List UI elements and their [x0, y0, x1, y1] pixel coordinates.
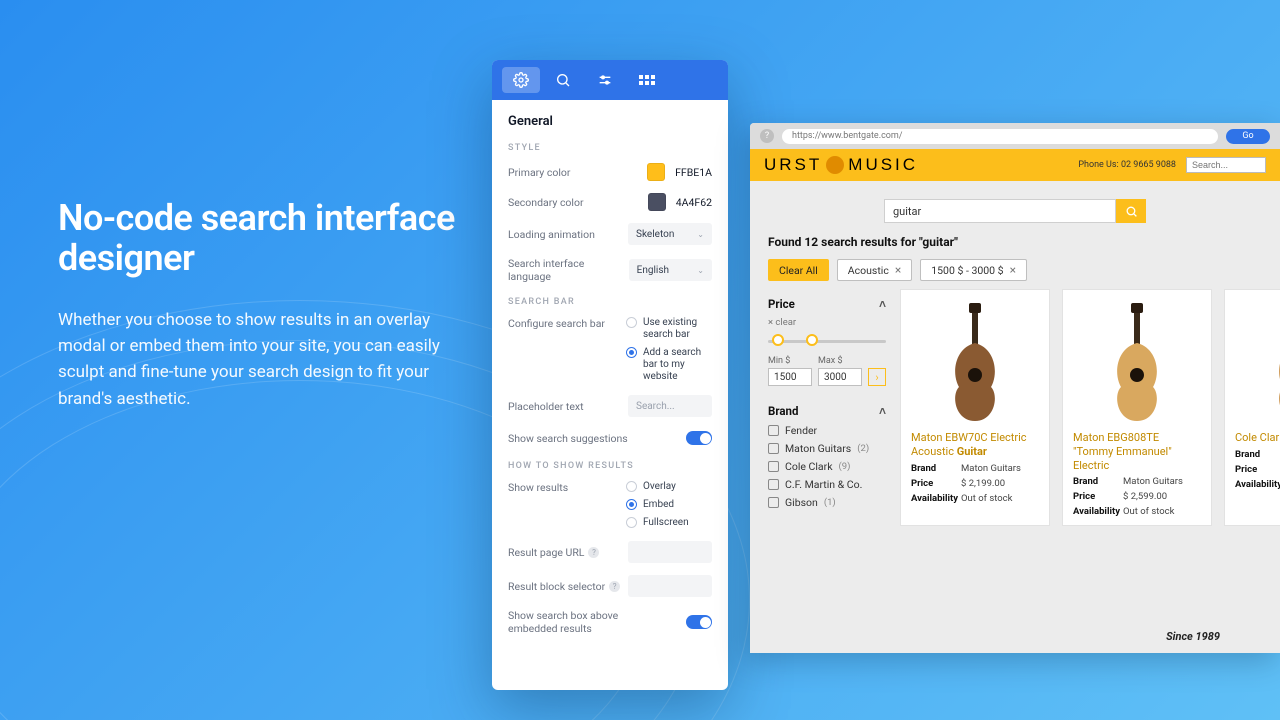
facet-brand-header[interactable]: Brand˄: [768, 404, 886, 418]
sliders-icon: [597, 72, 613, 88]
searchbox-above-toggle[interactable]: [686, 615, 712, 629]
max-label: Max $: [818, 356, 862, 366]
chip-clear-all[interactable]: Clear All: [768, 259, 829, 281]
search-icon: [555, 72, 571, 88]
brand-option[interactable]: Fender: [768, 424, 886, 437]
result-block-input[interactable]: [628, 575, 712, 597]
site-search[interactable]: [1186, 157, 1266, 173]
tab-general[interactable]: [502, 67, 540, 93]
brand-option[interactable]: C.F. Martin & Co.: [768, 478, 886, 491]
chevron-up-icon: ˄: [879, 297, 886, 311]
section-style: STYLE: [508, 143, 712, 153]
product-image: [1102, 300, 1172, 425]
result-block-label: Result block selector?: [508, 580, 620, 593]
result-url-input[interactable]: [628, 541, 712, 563]
placeholder-label: Placeholder text: [508, 400, 584, 413]
section-searchbar: SEARCH BAR: [508, 297, 712, 307]
opt-add-bar[interactable]: Add a search bar to my website: [626, 347, 712, 383]
marketing-body: Whether you choose to show results in an…: [58, 307, 458, 412]
config-panel: General STYLE Primary color FFBE1A Secon…: [492, 60, 728, 690]
grid-icon: [639, 75, 655, 85]
gear-icon: [513, 72, 529, 88]
product-image: [1264, 300, 1280, 425]
address-bar[interactable]: https://www.bentgate.com/: [782, 129, 1218, 144]
panel-title: General: [508, 114, 712, 129]
chip-acoustic[interactable]: Acoustic×: [837, 259, 912, 281]
configure-search-label: Configure search bar: [508, 317, 605, 330]
secondary-color-swatch[interactable]: [648, 193, 666, 211]
brand-option[interactable]: Gibson (1): [768, 496, 886, 509]
opt-use-existing[interactable]: Use existing search bar: [626, 317, 712, 341]
loading-anim-label: Loading animation: [508, 228, 595, 241]
facet-price-header[interactable]: Price˄: [768, 297, 886, 311]
product-card[interactable]: Maton EBG808TE "Tommy Emmanuel" Electric…: [1062, 289, 1212, 526]
min-label: Min $: [768, 356, 812, 366]
search-icon: [1125, 205, 1138, 218]
secondary-color-label: Secondary color: [508, 196, 584, 209]
product-name: Maton EBG808TE "Tommy Emmanuel" Electric: [1073, 431, 1201, 472]
brand-option[interactable]: Maton Guitars (2): [768, 442, 886, 455]
close-icon[interactable]: ×: [895, 263, 901, 277]
close-icon[interactable]: ×: [1010, 263, 1016, 277]
max-input[interactable]: 3000: [818, 368, 862, 386]
result-url-label: Result page URL?: [508, 546, 599, 559]
apply-price[interactable]: ›: [868, 368, 886, 386]
price-clear[interactable]: × clear: [768, 317, 886, 328]
primary-color-value: FFBE1A: [675, 166, 712, 179]
results-heading: Found 12 search results for "guitar": [750, 235, 1280, 249]
opt-fullscreen[interactable]: Fullscreen: [626, 517, 712, 529]
sun-icon: [826, 156, 844, 174]
lang-select[interactable]: English⌄: [629, 259, 712, 281]
loading-anim-select[interactable]: Skeleton⌄: [628, 223, 712, 245]
product-card[interactable]: Cole Clark AuditoriumBrandPriceAvailabil…: [1224, 289, 1280, 526]
help-icon[interactable]: ?: [760, 129, 774, 143]
opt-overlay[interactable]: Overlay: [626, 481, 712, 493]
secondary-color-value: 4A4F62: [676, 196, 712, 209]
embedded-search-input[interactable]: guitar: [884, 199, 1116, 223]
min-input[interactable]: 1500: [768, 368, 812, 386]
tab-layout[interactable]: [628, 67, 666, 93]
placeholder-input[interactable]: Search...: [628, 395, 712, 417]
suggestions-label: Show search suggestions: [508, 432, 628, 445]
opt-embed[interactable]: Embed: [626, 499, 712, 511]
primary-color-label: Primary color: [508, 166, 570, 179]
brand-option[interactable]: Cole Clark (9): [768, 460, 886, 473]
searchbox-above-label: Show search box above embedded results: [508, 609, 628, 635]
tab-search[interactable]: [544, 67, 582, 93]
suggestions-toggle[interactable]: [686, 431, 712, 445]
embedded-search-button[interactable]: [1116, 199, 1146, 223]
go-button[interactable]: Go: [1226, 129, 1270, 144]
lang-label: Search interface language: [508, 257, 629, 283]
preview-browser: ? https://www.bentgate.com/ Go URSTMUSIC…: [750, 123, 1280, 653]
product-name: Cole Clark Auditorium: [1235, 431, 1280, 445]
chevron-up-icon: ˄: [879, 404, 886, 418]
price-slider[interactable]: [768, 332, 886, 350]
chip-price[interactable]: 1500 $ - 3000 $×: [920, 259, 1027, 281]
site-logo: URSTMUSIC: [764, 155, 918, 175]
primary-color-swatch[interactable]: [647, 163, 665, 181]
section-how-results: HOW TO SHOW RESULTS: [508, 461, 712, 471]
tab-filters[interactable]: [586, 67, 624, 93]
show-results-label: Show results: [508, 481, 568, 494]
marketing-headline: No-code search interface designer: [58, 198, 458, 279]
since-text: Since 1989: [1166, 630, 1220, 643]
phone-text: Phone Us: 02 9665 9088: [1078, 160, 1176, 170]
product-image: [940, 300, 1010, 425]
product-name: Maton EBW70C Electric Acoustic Guitar: [911, 431, 1039, 459]
product-card[interactable]: Maton EBW70C Electric Acoustic GuitarBra…: [900, 289, 1050, 526]
